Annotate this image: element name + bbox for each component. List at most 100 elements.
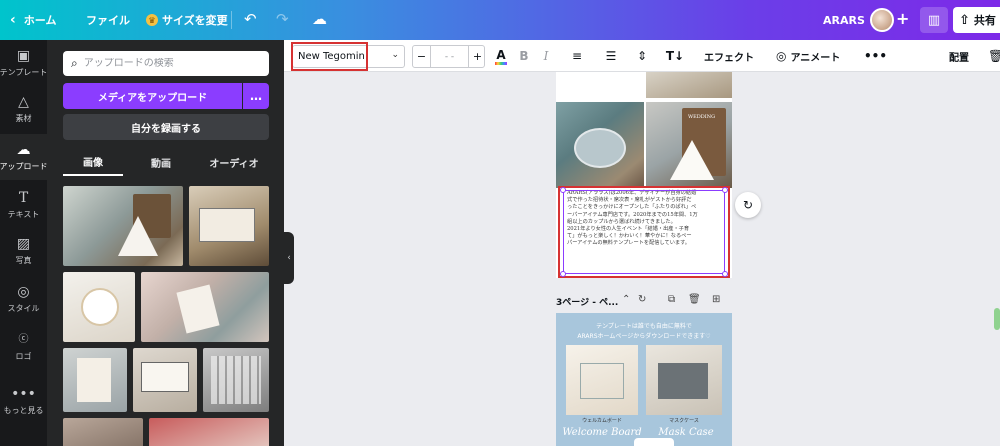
design-page[interactable]: テンプレートは誰でも自由に無料で ARARSホームページからダウンロードできます… bbox=[556, 313, 732, 446]
team-name[interactable]: ARARS bbox=[823, 0, 865, 40]
rotate-icon[interactable]: ↻ bbox=[735, 192, 761, 218]
uploaded-image[interactable] bbox=[63, 186, 183, 266]
uploaded-image[interactable] bbox=[63, 272, 135, 342]
add-page-icon[interactable]: ⊞ bbox=[712, 294, 720, 305]
animate-label: アニメート bbox=[790, 52, 841, 64]
photo[interactable] bbox=[556, 102, 644, 188]
position-button[interactable]: 配置 bbox=[949, 47, 969, 65]
bold-button[interactable]: B bbox=[518, 47, 530, 65]
font-size-value[interactable]: - - bbox=[431, 46, 468, 67]
decrease-size-button[interactable]: − bbox=[413, 46, 431, 67]
rail-item-label: 写真 bbox=[15, 256, 32, 265]
rail-item-elements[interactable]: △ 素材 bbox=[0, 86, 47, 132]
text-icon: T bbox=[18, 190, 29, 206]
photo[interactable]: WEDDING bbox=[646, 102, 732, 188]
rail-item-text[interactable]: T テキスト bbox=[0, 182, 47, 228]
animate-button[interactable]: ◎ アニメート bbox=[776, 47, 840, 65]
page-header: 3ページ - ペ... ⌃ ↻ ⧉ 🗑 ⊞ bbox=[556, 292, 736, 310]
color-bar bbox=[495, 61, 507, 65]
tab-audio[interactable]: オーディオ bbox=[199, 148, 269, 176]
resize-handle[interactable] bbox=[560, 271, 566, 277]
cloud-sync-icon[interactable]: ☁ bbox=[312, 10, 327, 28]
page-title[interactable]: 3ページ - ペ... bbox=[556, 295, 618, 308]
italic-button[interactable]: I bbox=[540, 47, 552, 65]
highlight-box bbox=[291, 42, 368, 71]
upload-media-button[interactable]: メディアをアップロード bbox=[63, 83, 242, 109]
selection-box[interactable] bbox=[563, 190, 725, 274]
delete-page-icon[interactable]: 🗑 bbox=[688, 294, 701, 305]
resize-handle[interactable] bbox=[722, 187, 728, 193]
tab-images[interactable]: 画像 bbox=[63, 148, 123, 176]
uploaded-image[interactable] bbox=[189, 186, 269, 266]
uploaded-image[interactable] bbox=[149, 418, 269, 446]
text-color-button[interactable]: A bbox=[494, 47, 508, 65]
more-icon: ••• bbox=[11, 386, 36, 402]
home-label: ホーム bbox=[23, 14, 57, 27]
redo-icon[interactable]: ↷ bbox=[276, 10, 289, 28]
collapse-panel-handle[interactable]: ‹ bbox=[284, 232, 294, 284]
uploaded-image[interactable] bbox=[63, 348, 127, 412]
refresh-icon[interactable]: ↻ bbox=[638, 294, 646, 305]
page-scroll-handle[interactable] bbox=[634, 438, 674, 446]
upload-thumbnails bbox=[63, 186, 269, 446]
effects-button[interactable]: エフェクト bbox=[704, 47, 754, 65]
uploaded-image[interactable] bbox=[63, 418, 143, 446]
tab-videos[interactable]: 動画 bbox=[131, 148, 191, 176]
resize-handle[interactable] bbox=[722, 271, 728, 277]
vertical-text-icon[interactable]: T↓ bbox=[666, 47, 684, 65]
add-member-icon[interactable]: + bbox=[896, 9, 909, 28]
rail-item-logos[interactable]: ⓒ ロゴ bbox=[0, 324, 47, 370]
text-toolbar: New Tegomin ⌄ − - - + A B I ≡ ☰ ⇕ T↓ エフェ… bbox=[284, 40, 1000, 72]
page-text: ARARSホームページからダウンロードできます♡ bbox=[577, 333, 711, 340]
line-spacing-icon[interactable]: ⇕ bbox=[634, 47, 650, 65]
chevron-down-icon: ⌄ bbox=[391, 50, 399, 60]
uploaded-image[interactable] bbox=[141, 272, 269, 342]
rail-item-templates[interactable]: ▣ テンプレート bbox=[0, 40, 47, 86]
avatar[interactable] bbox=[870, 8, 894, 32]
file-menu-button[interactable]: ファイル bbox=[86, 0, 130, 40]
rail-item-uploads[interactable]: ☁ アップロード bbox=[0, 134, 48, 180]
scrollbar[interactable] bbox=[994, 308, 1000, 330]
trash-icon[interactable]: 🗑 bbox=[988, 47, 1000, 65]
rail-item-label: アップロード bbox=[0, 162, 48, 171]
photo[interactable] bbox=[646, 72, 732, 98]
rail-item-photos[interactable]: ▨ 写真 bbox=[0, 228, 47, 274]
list-icon[interactable]: ☰ bbox=[603, 47, 619, 65]
file-label: ファイル bbox=[86, 14, 130, 27]
rail-item-label: もっと見る bbox=[3, 406, 44, 415]
mask-case-card[interactable] bbox=[646, 345, 722, 415]
resize-handle[interactable] bbox=[560, 187, 566, 193]
font-size-stepper: − - - + bbox=[412, 45, 485, 68]
search-box[interactable]: ⌕ bbox=[63, 51, 269, 76]
align-left-icon[interactable]: ≡ bbox=[569, 47, 585, 65]
increase-size-button[interactable]: + bbox=[468, 46, 486, 67]
crown-icon: ♛ bbox=[146, 14, 158, 26]
upload-options-button[interactable]: … bbox=[243, 83, 269, 109]
search-input[interactable] bbox=[83, 58, 254, 69]
rail-item-styles[interactable]: ◎ スタイル bbox=[0, 276, 47, 322]
rail-item-label: テンプレート bbox=[0, 68, 48, 77]
photo-placeholder[interactable] bbox=[556, 72, 642, 100]
home-button[interactable]: ‹ ホーム bbox=[10, 0, 56, 40]
resize-button[interactable]: ♛ サイズを変更 bbox=[146, 0, 228, 40]
card-caption: マスクケース bbox=[669, 418, 699, 424]
rail-item-label: 素材 bbox=[15, 114, 32, 123]
uploaded-image[interactable] bbox=[133, 348, 197, 412]
record-yourself-button[interactable]: 自分を録画する bbox=[63, 114, 269, 140]
welcome-board-card[interactable] bbox=[566, 345, 638, 415]
media-tabs: 画像 動画 オーディオ bbox=[63, 148, 269, 176]
share-button[interactable]: ⇧ 共有 bbox=[953, 7, 1000, 33]
design-canvas: WEDDING ARARS(アララス)は2006年、デザイナーが自身の結婚 式で… bbox=[294, 72, 1000, 446]
insights-chart-icon[interactable]: ▥ bbox=[920, 7, 948, 33]
animate-icon: ◎ bbox=[776, 49, 787, 63]
undo-icon[interactable]: ↶ bbox=[244, 10, 257, 28]
rail-item-label: ロゴ bbox=[15, 352, 32, 361]
rail-item-label: テキスト bbox=[7, 210, 40, 219]
more-options-button[interactable]: ••• bbox=[864, 47, 887, 65]
divider bbox=[231, 11, 232, 29]
rail-item-more[interactable]: ••• もっと見る bbox=[0, 378, 47, 424]
duplicate-icon[interactable]: ⧉ bbox=[668, 294, 675, 305]
chevron-up-icon[interactable]: ⌃ bbox=[622, 294, 630, 305]
photo-sign-text: WEDDING bbox=[688, 114, 716, 120]
uploaded-image[interactable] bbox=[203, 348, 269, 412]
